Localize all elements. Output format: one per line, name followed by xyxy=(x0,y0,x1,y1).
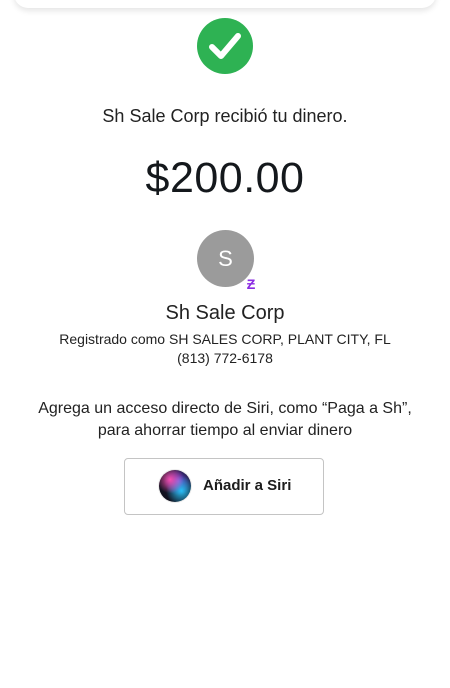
recipient-phone: (813) 772-6178 xyxy=(177,350,273,366)
checkmark-circle-icon xyxy=(196,17,254,75)
top-sheet-edge xyxy=(14,0,436,8)
cashapp-badge-icon: Ƶ xyxy=(246,276,256,292)
add-to-siri-label: Añadir a Siri xyxy=(203,477,292,494)
siri-shortcut-prompt: Agrega un acceso directo de Siri, como “… xyxy=(10,398,440,442)
payment-confirmation-screen: Sh Sale Corp recibió tu dinero. $200.00 … xyxy=(0,0,450,688)
siri-prompt-line-1: Agrega un acceso directo de Siri, como “… xyxy=(38,400,412,417)
siri-prompt-line-2: para ahorrar tiempo al enviar dinero xyxy=(97,422,353,439)
recipient-name: Sh Sale Corp xyxy=(165,302,285,324)
add-to-siri-button[interactable]: Añadir a Siri xyxy=(124,458,324,515)
confirmation-message: Sh Sale Corp recibió tu dinero. xyxy=(102,106,348,126)
siri-icon xyxy=(159,470,191,502)
payment-amount: $200.00 xyxy=(145,154,305,202)
recipient-registration: Registrado como SH SALES CORP, PLANT CIT… xyxy=(59,331,391,347)
